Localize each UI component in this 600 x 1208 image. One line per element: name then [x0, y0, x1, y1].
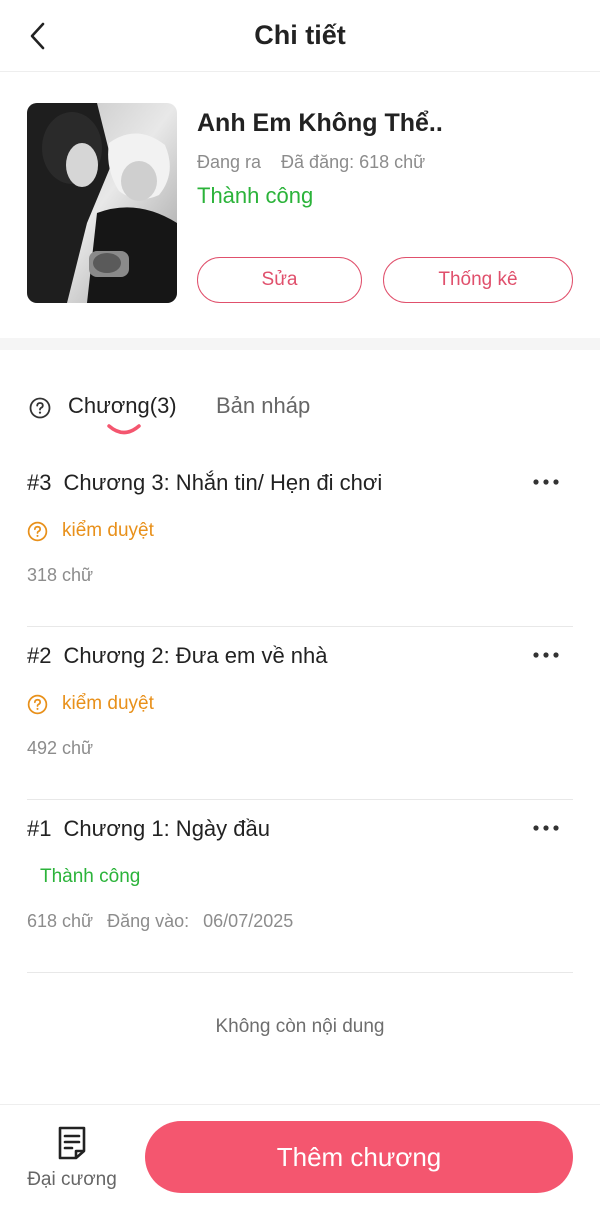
chapter-status-text: kiểm duyệt: [62, 693, 154, 714]
end-of-list-text: Không còn nội dung: [215, 1016, 385, 1037]
chapter-item[interactable]: #3 Chương 3: Nhắn tin/ Hẹn đi chơi kiểm d…: [27, 454, 573, 627]
more-options-icon[interactable]: [531, 472, 561, 492]
book-title: Anh Em Không Thể..: [197, 109, 443, 137]
pending-icon: [27, 694, 48, 714]
chapter-name: Chương 2: Đưa em về nhà: [63, 643, 328, 668]
chapter-number: #2: [27, 643, 52, 668]
header: Chi tiết: [0, 0, 600, 72]
section-divider: [0, 338, 600, 350]
chapter-status-text: kiểm duyệt: [62, 520, 154, 541]
add-chapter-button[interactable]: Thêm chương: [145, 1121, 573, 1193]
chapter-words: 492 chữ: [27, 738, 94, 758]
chapter-name: Chương 3: Nhắn tin/ Hẹn đi chơi: [63, 470, 383, 495]
chapter-title: #3 Chương 3: Nhắn tin/ Hẹn đi chơi: [27, 470, 382, 496]
outline-label: Đại cương: [27, 1169, 117, 1190]
chapter-item[interactable]: #1 Chương 1: Ngày đầu Thành công 618 chữ Đ…: [27, 800, 573, 973]
more-options-icon[interactable]: [531, 818, 561, 838]
chapter-number: #3: [27, 470, 52, 495]
chapter-word-count: 618 chữ Đăng vào: 06/07/2025: [27, 911, 293, 932]
tab-chapters[interactable]: Chương(3): [68, 393, 177, 419]
chapter-date: 06/07/2025: [203, 911, 294, 931]
book-cover[interactable]: [27, 103, 177, 303]
chapter-word-count: 492 chữ: [27, 738, 93, 759]
chapter-status: kiểm duyệt: [27, 520, 154, 542]
chapter-status-text: Thành công: [40, 866, 141, 887]
book-status: Thành công: [197, 183, 314, 208]
chapter-words: 618 chữ: [27, 911, 94, 931]
tab-active-indicator: [107, 424, 141, 435]
help-icon[interactable]: [29, 397, 51, 419]
pending-icon: [27, 521, 48, 541]
bottom-bar: Đại cương Thêm chương: [0, 1104, 600, 1208]
chapter-number: #1: [27, 816, 52, 841]
chapter-word-count: 318 chữ: [27, 565, 93, 586]
chapter-title: #1 Chương 1: Ngày đầu: [27, 816, 270, 842]
chapter-title: #2 Chương 2: Đưa em về nhà: [27, 643, 328, 669]
book-published: Đã đăng: 618 chữ: [281, 152, 426, 172]
book-info: Anh Em Không Thể.. Đang ra Đã đăng: 618 c…: [0, 73, 600, 338]
tab-drafts[interactable]: Bản nháp: [216, 393, 310, 419]
chapter-date-label: Đăng vào:: [107, 911, 190, 931]
edit-button[interactable]: Sửa: [197, 257, 362, 303]
chapter-status: kiểm duyệt: [27, 693, 154, 715]
book-state: Đang ra: [197, 152, 262, 172]
more-options-icon[interactable]: [531, 645, 561, 665]
stats-button[interactable]: Thống kê: [383, 257, 573, 303]
cover-image: [27, 103, 177, 303]
document-icon: [58, 1126, 86, 1160]
chapter-status: Thành công: [40, 866, 140, 888]
chapter-words: 318 chữ: [27, 565, 94, 585]
tab-bar: Chương(3) Bản nháp: [0, 385, 600, 445]
chapter-item[interactable]: #2 Chương 2: Đưa em về nhà kiểm duyệt 492…: [27, 627, 573, 800]
book-meta: Đang ra Đã đăng: 618 chữ: [197, 152, 425, 173]
outline-button[interactable]: Đại cương: [20, 1121, 124, 1197]
page-title: Chi tiết: [254, 20, 346, 50]
chapter-name: Chương 1: Ngày đầu: [63, 816, 270, 841]
